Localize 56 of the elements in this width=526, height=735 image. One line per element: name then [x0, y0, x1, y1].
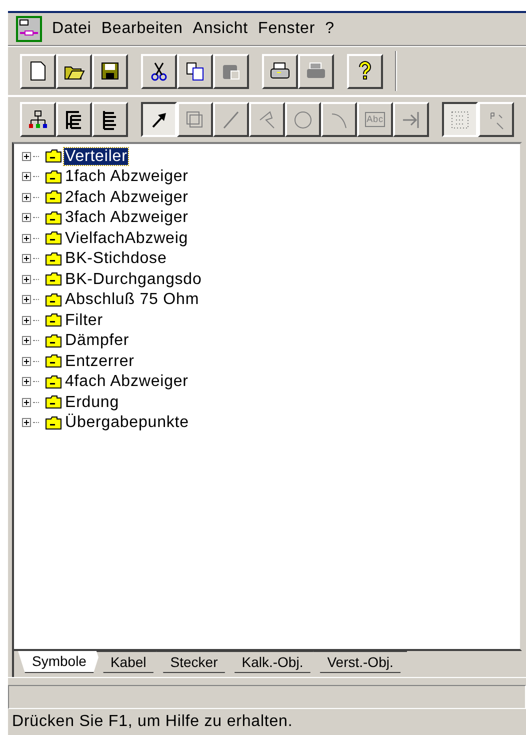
tree-item[interactable]: Dämpfer [64, 332, 130, 350]
expand-icon[interactable] [22, 254, 31, 264]
status-text: Drücken Sie F1, um Hilfe zu erhalten. [12, 712, 293, 732]
expand-icon[interactable] [22, 152, 31, 161]
tree-view-icon [27, 108, 49, 130]
expand-icon[interactable] [22, 356, 31, 366]
folder-icon [45, 334, 62, 348]
tree-item[interactable]: 4fach Abzweiger [64, 373, 190, 390]
folder-icon [45, 374, 62, 389]
expand-icon[interactable] [22, 418, 31, 428]
copy-icon [184, 60, 206, 82]
folder-icon [45, 170, 62, 184]
tree-item[interactable]: Übergabepunkte [64, 414, 190, 432]
tree-item[interactable]: Verteiler [64, 148, 128, 165]
menu-item[interactable]: Ansicht [192, 17, 248, 41]
folder-icon [45, 210, 62, 225]
expand-icon[interactable] [22, 172, 31, 182]
expand-icon[interactable] [22, 316, 31, 325]
circle-icon [292, 108, 314, 130]
tree-item[interactable]: Entzerrer [64, 352, 136, 370]
tree-item[interactable]: 2fach Abzweiger [64, 188, 190, 206]
folder-icon [45, 416, 62, 430]
folder-icon [45, 313, 62, 328]
tree-item[interactable]: Abschluß 75 Ohm [64, 291, 200, 308]
sheet-tab[interactable]: Symbole [18, 651, 100, 673]
menu-item[interactable]: Datei [52, 17, 92, 41]
expand-icon[interactable] [22, 213, 31, 222]
folder-icon [45, 231, 62, 246]
folder-icon [45, 190, 62, 204]
expand-icon[interactable] [22, 398, 31, 407]
folder-icon [45, 354, 62, 368]
tree-item[interactable]: BK-Durchgangsdo [64, 270, 203, 288]
expand-icon[interactable] [22, 274, 31, 284]
folder-icon [45, 149, 62, 164]
expand-icon[interactable] [22, 377, 31, 386]
tree-item[interactable]: VielfachAbzweig [64, 230, 190, 247]
app-logo-icon [16, 16, 42, 42]
grid-icon [449, 108, 471, 130]
folder-icon [45, 272, 62, 286]
folder-icon [45, 395, 62, 410]
tree-item[interactable]: 1fach Abzweiger [64, 168, 190, 186]
menu-item[interactable]: Bearbeiten [101, 17, 183, 41]
menu-item[interactable]: ? [325, 17, 334, 41]
expand-icon[interactable] [22, 234, 31, 243]
tree-item[interactable]: 3fach Abzweiger [64, 209, 190, 226]
folder-icon [45, 292, 62, 307]
tree-item[interactable]: BK-Stichdose [64, 250, 168, 268]
tree-item[interactable]: Filter [64, 312, 104, 329]
expand-icon[interactable] [22, 336, 31, 346]
sheet-tab[interactable]: Verst.-Obj. [313, 651, 408, 673]
tree-item[interactable]: Erdung [64, 394, 120, 411]
folder-icon [45, 252, 62, 266]
menu-item[interactable]: Fenster [258, 17, 316, 41]
toolbar-button[interactable] [141, 102, 177, 137]
expand-icon[interactable] [22, 295, 31, 304]
expand-icon[interactable] [22, 192, 31, 202]
